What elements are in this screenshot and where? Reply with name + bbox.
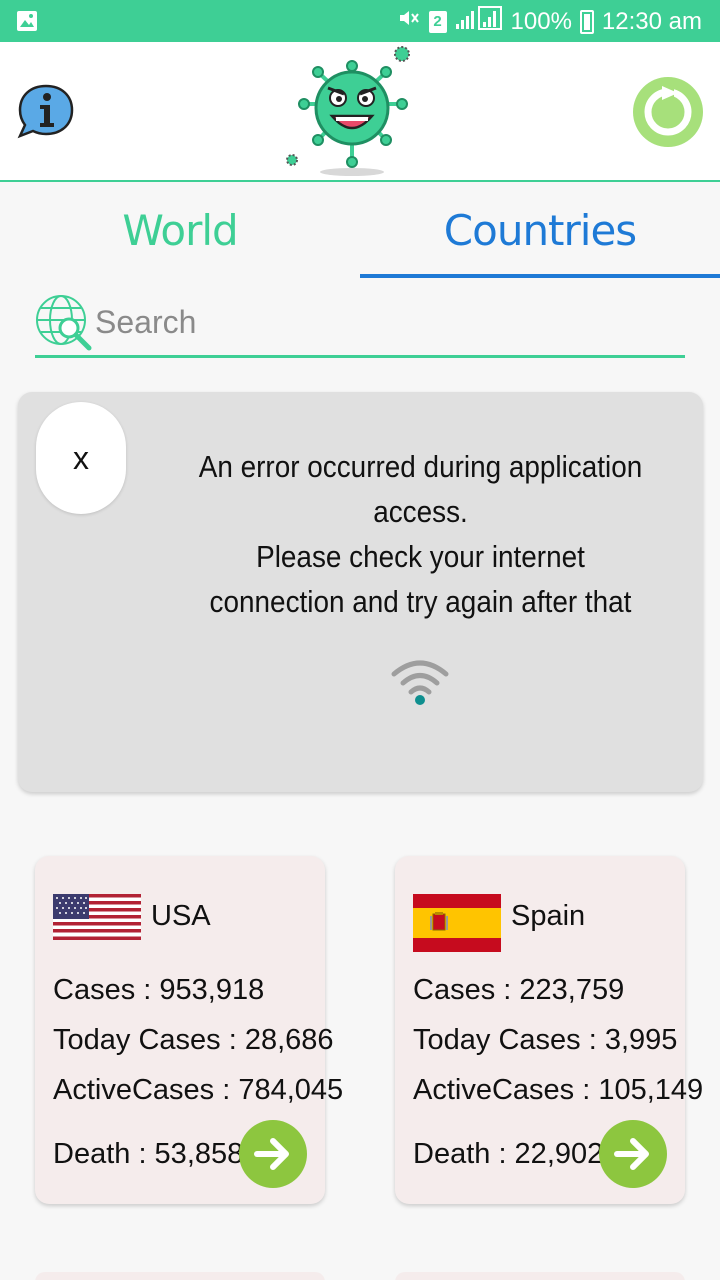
country-card-spain[interactable]: Spain Cases : 223,759 Today Cases : 3,99… xyxy=(395,856,703,1204)
country-name: Spain xyxy=(511,900,586,932)
virus-mascot-icon xyxy=(280,42,430,187)
error-card: x An error occurred during application a… xyxy=(18,392,703,792)
close-button[interactable]: x xyxy=(36,402,126,514)
tab-bar: World Countries xyxy=(0,184,720,280)
active-cases-value: ActiveCases : 784,045 xyxy=(53,1074,344,1106)
error-message-line2: Please check your internet connection an… xyxy=(209,539,632,619)
cases-value: Cases : 223,759 xyxy=(413,974,625,1006)
cases-value: Cases : 953,918 xyxy=(53,974,265,1006)
details-button[interactable] xyxy=(239,1120,307,1188)
status-bar: 2 100% 12:30 am xyxy=(0,0,720,42)
death-value: Death : 22,902 xyxy=(413,1138,604,1170)
country-name: USA xyxy=(151,900,211,932)
active-tab-indicator xyxy=(360,274,720,278)
mute-icon xyxy=(397,6,421,37)
app-header xyxy=(0,42,720,182)
death-value: Death : 53,858 xyxy=(53,1138,244,1170)
country-card-partial[interactable] xyxy=(35,1272,325,1280)
clock: 12:30 am xyxy=(601,7,702,35)
refresh-icon[interactable] xyxy=(632,76,704,153)
details-button[interactable] xyxy=(599,1120,667,1188)
usa-flag-icon xyxy=(53,894,141,945)
image-icon xyxy=(16,10,38,37)
today-cases-value: Today Cases : 3,995 xyxy=(413,1024,678,1056)
error-message-line1: An error occurred during application acc… xyxy=(198,449,643,529)
battery-percent: 100% xyxy=(510,7,572,35)
country-card-usa[interactable]: USA Cases : 953,918 Today Cases : 28,686… xyxy=(35,856,343,1204)
sim-badge: 2 xyxy=(428,10,447,33)
tab-world[interactable]: World xyxy=(0,206,360,255)
tab-countries[interactable]: Countries xyxy=(360,206,720,255)
search-bar xyxy=(35,292,685,358)
today-cases-value: Today Cases : 28,686 xyxy=(53,1024,334,1056)
wifi-icon xyxy=(390,656,450,711)
country-card-partial[interactable] xyxy=(395,1272,685,1280)
active-cases-value: ActiveCases : 105,149 xyxy=(413,1074,704,1106)
signal-icon xyxy=(455,6,503,37)
error-message: An error occurred during application acc… xyxy=(193,444,648,624)
battery-icon xyxy=(579,9,594,34)
info-icon[interactable] xyxy=(16,82,76,147)
spain-flag-icon xyxy=(413,894,501,957)
globe-search-icon xyxy=(35,294,93,357)
search-input[interactable] xyxy=(95,300,675,344)
